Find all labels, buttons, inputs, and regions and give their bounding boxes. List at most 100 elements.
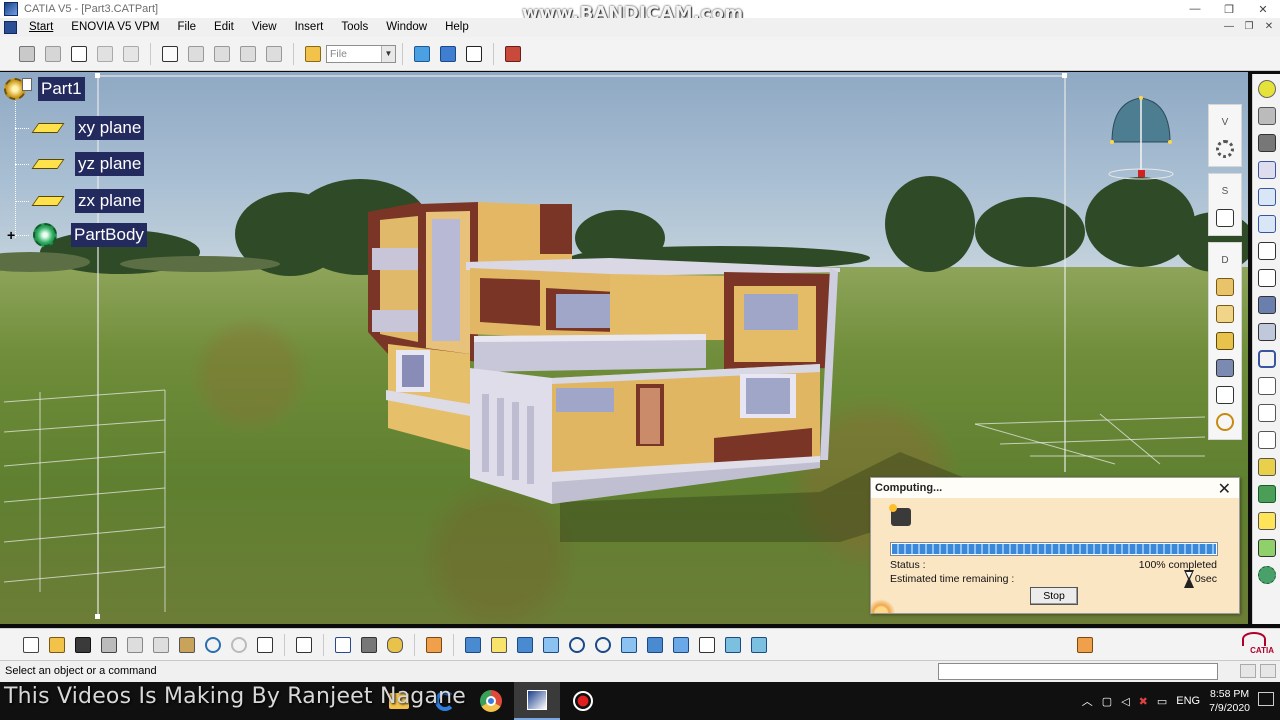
menu-file[interactable]: File <box>169 19 206 36</box>
file-combo[interactable]: File ▼ <box>326 44 396 63</box>
close-button[interactable]: ✕ <box>1246 0 1280 18</box>
zoom-in-icon[interactable] <box>566 634 588 656</box>
status-button-b[interactable] <box>1260 664 1276 678</box>
menu-view[interactable]: View <box>243 19 286 36</box>
open-folder-icon[interactable] <box>302 43 324 65</box>
measure-between-icon[interactable] <box>332 634 354 656</box>
material-icon[interactable] <box>1255 77 1279 101</box>
apply-material-icon[interactable] <box>502 43 524 65</box>
draft-icon[interactable] <box>1255 212 1279 236</box>
volume-icon[interactable]: ◁ <box>1121 695 1129 708</box>
menu-insert[interactable]: Insert <box>286 19 333 36</box>
copy-icon[interactable] <box>150 634 172 656</box>
surface-icon[interactable] <box>1255 509 1279 533</box>
hole-icon[interactable] <box>1255 104 1279 128</box>
whats-this-icon[interactable] <box>254 634 276 656</box>
chevron-down-icon[interactable]: ▼ <box>381 45 395 62</box>
law-icon[interactable] <box>94 43 116 65</box>
notification-icon[interactable] <box>1258 692 1274 706</box>
message-icon[interactable]: ▭ <box>1157 695 1167 708</box>
menu-enovia[interactable]: ENOVIA V5 VPM <box>62 19 168 36</box>
tree-item-label[interactable]: yz plane <box>75 152 145 176</box>
scaling-icon[interactable] <box>1255 428 1279 452</box>
knowledge-icon[interactable] <box>16 43 38 65</box>
symmetry-icon[interactable] <box>1255 347 1279 371</box>
pocket-icon[interactable] <box>1213 302 1237 326</box>
tree-item-label[interactable]: xy plane <box>75 116 145 140</box>
relations-icon[interactable] <box>263 43 285 65</box>
edge-fillet-icon[interactable] <box>1255 158 1279 182</box>
multi-pad-icon[interactable] <box>1213 383 1237 407</box>
fit-all-icon[interactable] <box>488 634 510 656</box>
clock[interactable]: 8:58 PM 7/9/2020 <box>1209 687 1250 715</box>
settings-gear-icon[interactable] <box>1213 137 1237 161</box>
bandicam-icon[interactable] <box>560 682 606 720</box>
sketch-label-button[interactable]: S <box>1213 179 1237 203</box>
point-icon[interactable] <box>1213 410 1237 434</box>
select-icon[interactable] <box>411 43 433 65</box>
formula-icon[interactable] <box>42 43 64 65</box>
update-icon[interactable] <box>293 634 315 656</box>
status-button-a[interactable] <box>1240 664 1256 678</box>
tree-item-label[interactable]: zx plane <box>75 189 145 213</box>
network-icon[interactable]: ▢ <box>1102 695 1112 708</box>
reaction-icon[interactable] <box>185 43 207 65</box>
iso-view-icon[interactable] <box>670 634 692 656</box>
command-input[interactable] <box>938 663 1218 680</box>
tree-item-xy-plane[interactable]: xy plane <box>15 116 145 140</box>
view-label-button[interactable]: V <box>1213 110 1237 134</box>
doc-close-button[interactable]: ✕ <box>1262 20 1276 34</box>
tree-item-yz-plane[interactable]: yz plane <box>15 152 145 176</box>
rotate-view-icon[interactable] <box>540 634 562 656</box>
zoom-out-icon[interactable] <box>592 634 614 656</box>
dress-label-button[interactable]: D <box>1213 248 1237 272</box>
boolean-icon[interactable] <box>1255 455 1279 479</box>
menu-edit[interactable]: Edit <box>205 19 243 36</box>
doc-minimize-button[interactable]: — <box>1222 20 1236 34</box>
open-icon[interactable] <box>46 634 68 656</box>
redo-icon[interactable] <box>228 634 250 656</box>
dialog-close-icon[interactable]: ✕ <box>1218 479 1231 499</box>
rotate-icon[interactable] <box>1255 320 1279 344</box>
menu-start[interactable]: Start <box>20 19 62 36</box>
cut-icon[interactable] <box>124 634 146 656</box>
photo-studio-icon[interactable] <box>1074 634 1096 656</box>
bandicam-tray-icon[interactable]: ✖ <box>1139 695 1148 708</box>
tree-root-label[interactable]: Part1 <box>38 77 85 101</box>
pan-icon[interactable] <box>514 634 536 656</box>
catia-taskbar-icon[interactable] <box>514 682 560 720</box>
pad-icon[interactable] <box>1213 275 1237 299</box>
swap-space-icon[interactable] <box>748 634 770 656</box>
compass-icon[interactable] <box>1106 92 1176 182</box>
hide-show-icon[interactable] <box>722 634 744 656</box>
chrome-icon[interactable] <box>468 682 514 720</box>
check-icon[interactable] <box>120 43 142 65</box>
new-file-icon[interactable] <box>20 634 42 656</box>
design-table-icon[interactable] <box>68 43 90 65</box>
fly-mode-icon[interactable] <box>462 634 484 656</box>
undo-icon[interactable] <box>202 634 224 656</box>
expand-icon[interactable]: + <box>7 227 15 243</box>
document-icon[interactable] <box>4 21 17 34</box>
tree-item-partbody[interactable]: + PartBody <box>7 223 147 247</box>
assemble-icon[interactable] <box>1255 482 1279 506</box>
mirror-icon[interactable] <box>1255 374 1279 398</box>
normal-view-icon[interactable] <box>618 634 640 656</box>
tree-item-label[interactable]: PartBody <box>71 223 147 247</box>
shaft-icon[interactable] <box>1213 329 1237 353</box>
print-icon[interactable] <box>98 634 120 656</box>
translate-icon[interactable] <box>1255 293 1279 317</box>
sketcher-icon[interactable] <box>1213 206 1237 230</box>
apply-material-bottom-icon[interactable] <box>423 634 445 656</box>
menu-window[interactable]: Window <box>377 19 436 36</box>
multi-view-icon[interactable] <box>644 634 666 656</box>
paste-icon[interactable] <box>176 634 198 656</box>
tree-root[interactable]: Part1 <box>4 77 85 101</box>
tree-icon[interactable] <box>437 43 459 65</box>
language-indicator[interactable]: ENG <box>1176 695 1200 707</box>
body-icon[interactable] <box>1255 563 1279 587</box>
catalog-icon[interactable] <box>159 43 181 65</box>
thread-icon[interactable] <box>1255 131 1279 155</box>
shell-icon[interactable] <box>1255 239 1279 263</box>
thickness-icon[interactable] <box>1255 266 1279 290</box>
